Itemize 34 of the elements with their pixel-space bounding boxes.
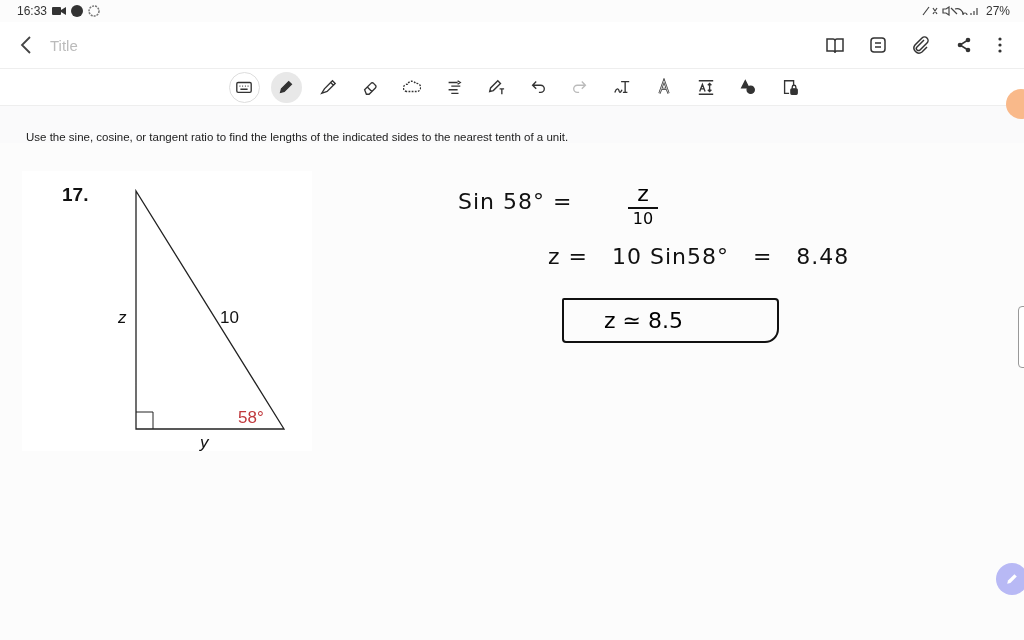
handwritten-text: z xyxy=(637,183,649,205)
document-icon[interactable] xyxy=(870,37,886,53)
title-field[interactable]: Title xyxy=(48,35,172,55)
angle-label: 58° xyxy=(238,408,264,427)
circle-icon xyxy=(71,5,84,17)
book-icon[interactable] xyxy=(826,37,844,53)
side-label: y xyxy=(200,433,209,451)
video-camera-icon xyxy=(52,6,67,16)
instruction-text: Use the sine, cosine, or tangent ratio to find the lengths of the indicated sides to the nearest tenth of a unit. xyxy=(26,131,570,143)
pen-icon xyxy=(1004,571,1020,587)
status-time: 16:33 xyxy=(17,4,48,18)
handwritten-text: 10 xyxy=(632,211,654,227)
handwritten-answer-box: z ≃ 8.5 xyxy=(562,298,779,343)
share-icon[interactable] xyxy=(956,37,972,53)
handwritten-text: z = 10 Sin58° = 8.48 xyxy=(548,244,850,269)
handwriting-icon xyxy=(613,78,631,96)
shapes-icon xyxy=(739,78,757,96)
pen-tool-button[interactable] xyxy=(270,71,302,103)
back-icon[interactable] xyxy=(20,36,32,54)
side-label: 10 xyxy=(220,308,239,327)
lock-icon xyxy=(781,78,799,96)
problem-number: 17. xyxy=(62,184,89,205)
side-label: z xyxy=(118,308,127,327)
ring-icon xyxy=(88,5,101,17)
status-icons xyxy=(920,6,981,16)
textsize-icon xyxy=(697,78,715,96)
battery-percentage: 27% xyxy=(985,4,1010,18)
paperclip-icon[interactable] xyxy=(912,36,930,54)
pen-icon xyxy=(277,78,295,96)
handwritten-text: Sin 58° = xyxy=(458,189,573,214)
undo-icon xyxy=(529,78,547,96)
pen-text-icon xyxy=(487,78,505,96)
more-icon[interactable] xyxy=(998,37,1002,53)
redo-icon xyxy=(571,78,589,96)
